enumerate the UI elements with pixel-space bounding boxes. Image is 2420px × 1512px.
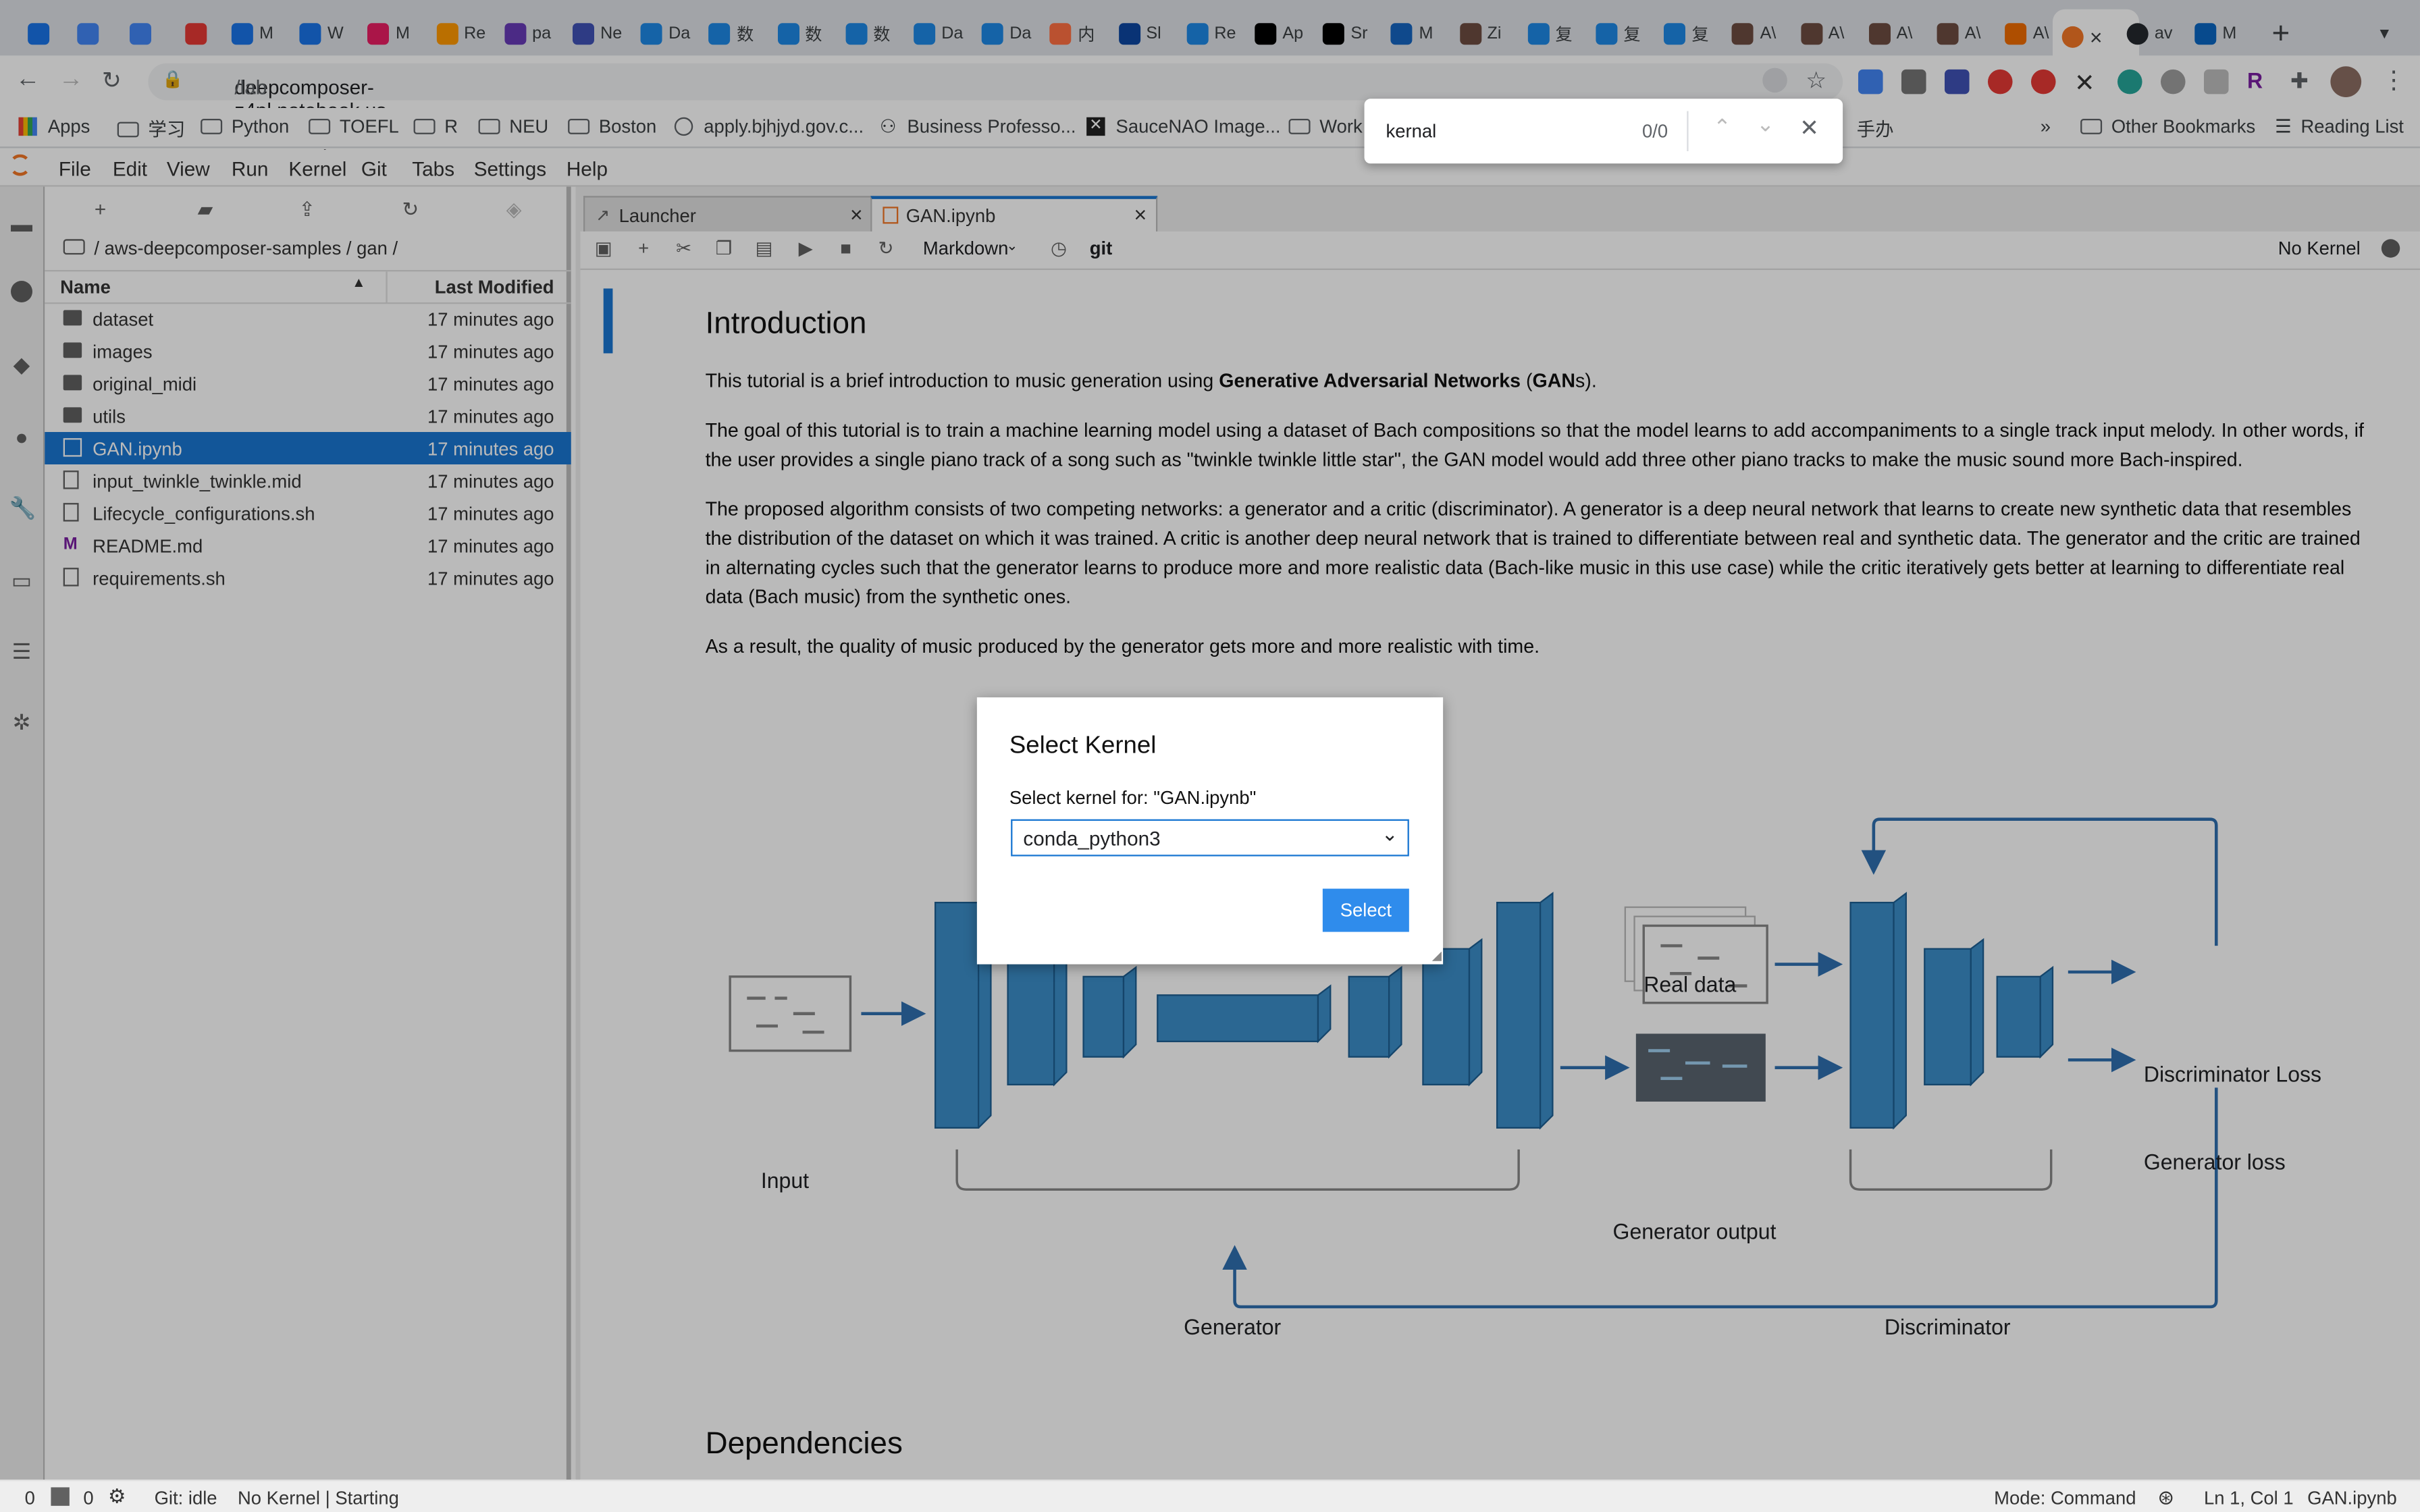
- select-kernel-dialog: Select Kernel Select kernel for: "GAN.ip…: [976, 697, 1444, 965]
- find-next-icon[interactable]: ⌄: [1756, 111, 1774, 138]
- gear-icon: ⚙: [107, 1484, 126, 1508]
- close-icon[interactable]: ✕: [1799, 114, 1819, 142]
- bug-icon[interactable]: ⊛: [2157, 1486, 2174, 1511]
- terminal-icon: [51, 1487, 70, 1506]
- find-prev-icon[interactable]: ⌃: [1713, 114, 1731, 140]
- find-count: 0/0: [1641, 120, 1668, 142]
- chevron-down-icon: ⌄: [1381, 822, 1398, 846]
- resize-handle-icon[interactable]: ◢: [1432, 949, 1442, 963]
- kernel-count[interactable]: 0: [83, 1487, 93, 1509]
- select-button[interactable]: Select: [1322, 888, 1409, 932]
- mode-status[interactable]: Mode: Command: [1994, 1487, 2136, 1509]
- dialog-title: Select Kernel: [1009, 732, 1157, 759]
- find-bar: kernal 0/0 ⌃ ⌄ ✕: [1364, 99, 1843, 164]
- cursor-position[interactable]: Ln 1, Col 1: [2204, 1487, 2294, 1509]
- divider: [1687, 111, 1689, 151]
- statusbar: 0 0 ⚙ Git: idle No Kernel | Starting Mod…: [0, 1479, 2420, 1512]
- kernel-select[interactable]: conda_python3 ⌄: [1011, 819, 1409, 857]
- find-input[interactable]: kernal: [1386, 120, 1437, 142]
- kernel-status[interactable]: No Kernel | Starting: [238, 1487, 399, 1509]
- current-file[interactable]: GAN.ipynb: [2307, 1487, 2397, 1509]
- terminal-count[interactable]: 0: [25, 1487, 35, 1509]
- dialog-label: Select kernel for: "GAN.ipynb": [1009, 786, 1257, 809]
- git-status[interactable]: Git: idle: [155, 1487, 217, 1509]
